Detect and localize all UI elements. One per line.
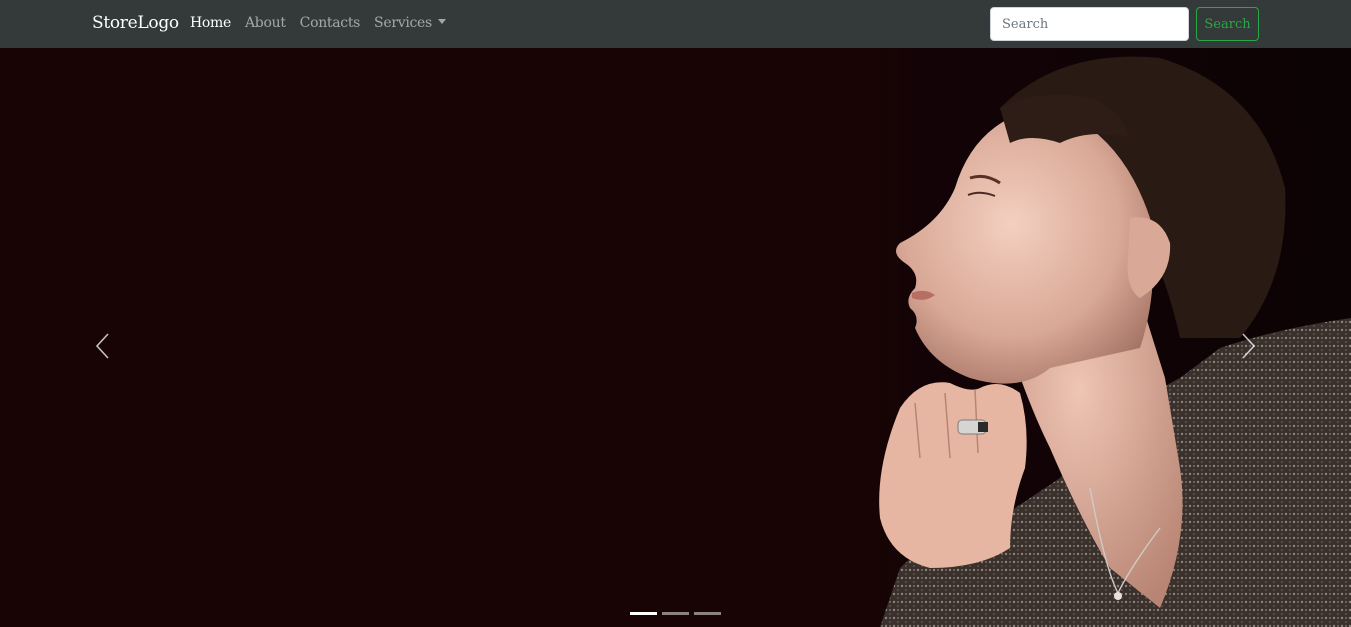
carousel-indicator-1[interactable] [630,612,657,615]
carousel-next-button[interactable] [1234,331,1264,361]
caret-down-icon [437,19,446,24]
hero-carousel [0,48,1351,627]
nav-links: Home About Contacts Services [190,15,460,31]
carousel-indicator-3[interactable] [694,612,721,615]
search-button[interactable]: Search [1196,7,1259,41]
chevron-right-icon [1242,333,1256,359]
nav-link-about[interactable]: About [245,15,286,31]
navbar: StoreLogo Home About Contacts Services S… [0,0,1351,48]
slide-image [860,48,1351,627]
chevron-left-icon [95,333,109,359]
nav-link-home[interactable]: Home [190,15,231,31]
nav-link-contacts[interactable]: Contacts [300,15,361,31]
nav-link-services-label: Services [374,15,432,31]
carousel-prev-button[interactable] [87,331,117,361]
search-input[interactable] [990,7,1189,41]
carousel-indicator-2[interactable] [662,612,689,615]
nav-link-services[interactable]: Services [374,15,446,31]
brand-logo[interactable]: StoreLogo [92,13,179,33]
carousel-indicators [630,612,721,615]
